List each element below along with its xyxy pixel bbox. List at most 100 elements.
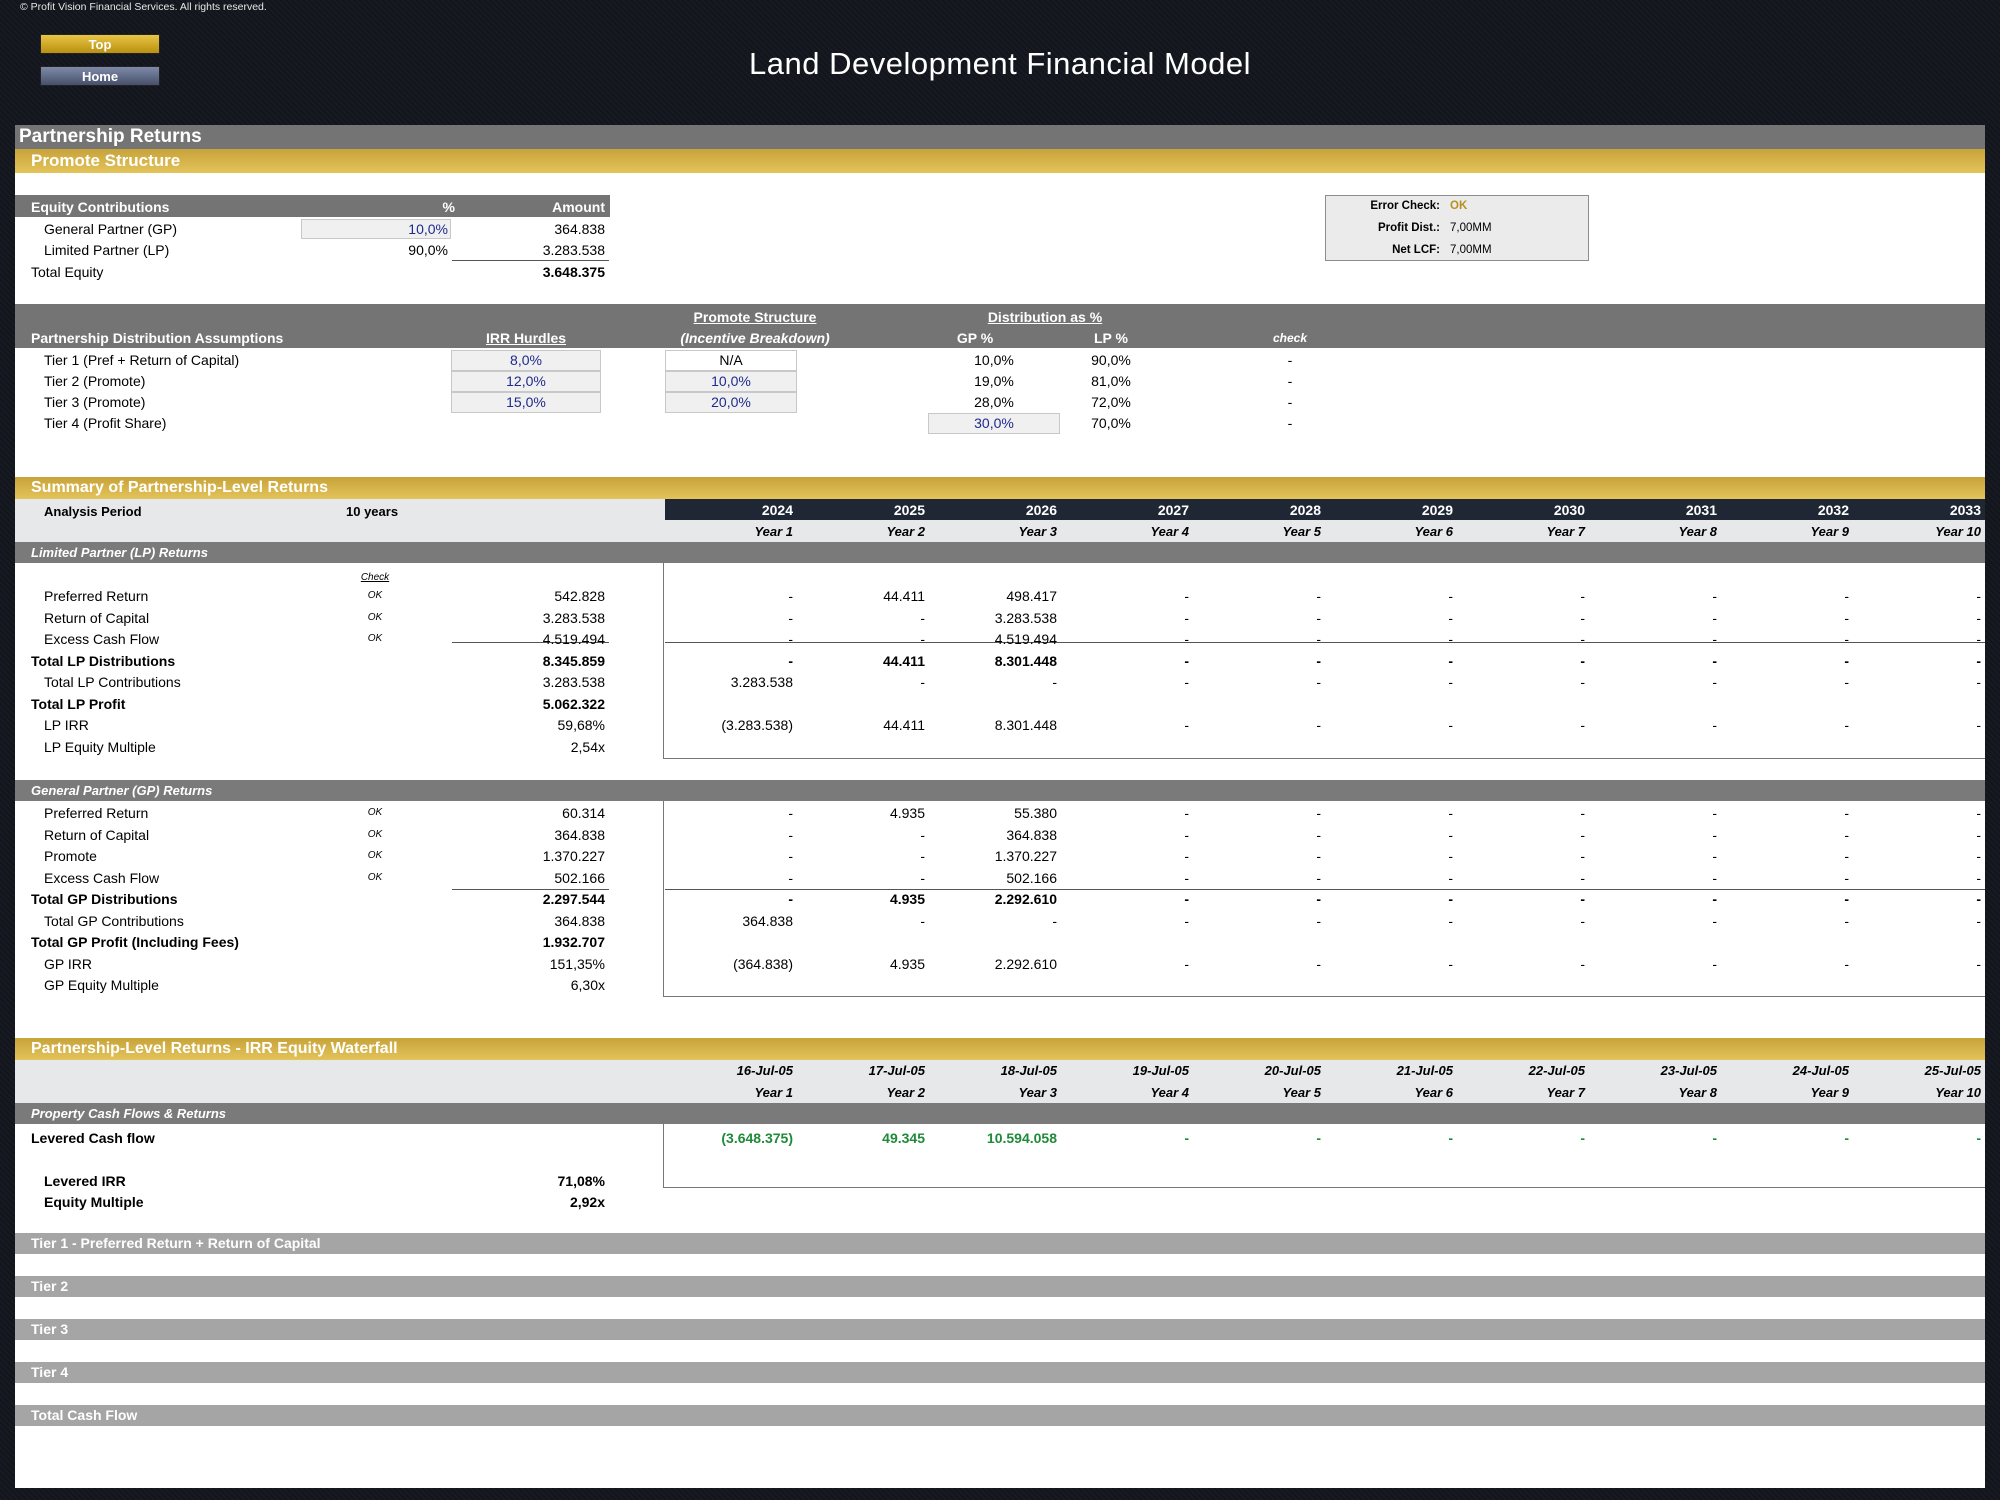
return-row-label: GP IRR — [44, 955, 92, 972]
period-value: - — [1052, 674, 1057, 690]
return-row-label: Return of Capital — [44, 609, 150, 626]
period-value: - — [1976, 588, 1981, 604]
tier4-waterfall-bar: Tier 4 — [15, 1362, 1985, 1383]
error-check-value: OK — [1450, 200, 1468, 212]
year-header: 2031 — [1685, 502, 1717, 518]
period-value: - — [1316, 805, 1321, 821]
year-header: 2025 — [893, 502, 925, 518]
tier-label: Tier 4 (Profit Share) — [44, 415, 167, 431]
waterfall-year-label: Year 3 — [1018, 1085, 1057, 1100]
promote-structure-title: Promote Structure — [15, 149, 1985, 173]
lp-pct-header: LP % — [1094, 330, 1128, 346]
return-row-total: 151,35% — [549, 955, 605, 972]
error-check-label: Error Check: — [1370, 200, 1440, 212]
return-row-total: 1.932.707 — [542, 934, 605, 950]
period-value: - — [1976, 848, 1981, 864]
period-value: - — [1448, 955, 1453, 972]
ok-check: OK — [367, 828, 383, 840]
period-value: - — [1184, 674, 1189, 690]
tier-irr-hurdle: 12,0% — [506, 373, 546, 389]
year-index-label: Year 4 — [1150, 524, 1189, 539]
tier-gp-pct: 30,0% — [974, 415, 1014, 431]
levered-irr-label: Levered IRR — [44, 1173, 126, 1189]
year-header: 2033 — [1949, 502, 1981, 518]
period-value: - — [1316, 891, 1321, 907]
year-header: 2024 — [761, 502, 793, 518]
period-value: 3.283.538 — [994, 609, 1057, 626]
return-row-label: LP Equity Multiple — [44, 738, 156, 755]
equity-multiple-value: 2,92x — [569, 1194, 605, 1210]
period-value: - — [920, 674, 925, 690]
period-value: - — [1580, 588, 1585, 604]
period-value: - — [1184, 891, 1189, 907]
period-value: - — [788, 869, 793, 886]
ok-check: OK — [367, 850, 383, 861]
year-index-label: Year 7 — [1546, 524, 1585, 539]
period-value: - — [920, 912, 925, 929]
equity-row-gp-amount: 364.838 — [554, 221, 605, 237]
period-value: - — [1580, 631, 1585, 647]
error-check-box: Error Check: OK Profit Dist.: 7,00MM Net… — [1325, 195, 1589, 261]
property-cashflows-title: Property Cash Flows & Returns — [15, 1103, 1985, 1124]
tier-irr-hurdle: 8,0% — [510, 352, 542, 368]
period-value: - — [1844, 826, 1849, 843]
period-value: - — [1844, 848, 1849, 864]
period-value: - — [1316, 588, 1321, 604]
year-header: 2026 — [1025, 502, 1057, 518]
return-row-total: 5.062.322 — [542, 695, 605, 712]
period-value: - — [1712, 588, 1717, 604]
period-value: - — [1844, 955, 1849, 972]
waterfall-date: 17-Jul-05 — [868, 1063, 925, 1078]
waterfall-date: 20-Jul-05 — [1264, 1063, 1321, 1078]
return-row-label: Return of Capital — [44, 826, 150, 843]
period-value: - — [788, 631, 793, 647]
return-row-total: 4.519.494 — [542, 631, 605, 647]
period-value: - — [1448, 869, 1453, 886]
waterfall-year-label: Year 8 — [1678, 1085, 1717, 1100]
period-value: - — [788, 652, 793, 669]
period-value: 44.411 — [882, 652, 925, 669]
tier-lp-pct: 81,0% — [1091, 373, 1131, 389]
ok-check: OK — [367, 590, 383, 601]
tier-check: - — [1287, 352, 1293, 368]
waterfall-date: 16-Jul-05 — [736, 1063, 793, 1078]
waterfall-year-label: Year 10 — [1935, 1085, 1981, 1100]
return-row-label: Total GP Profit (Including Fees) — [31, 934, 239, 950]
levered-cashflow-value: - — [1184, 1130, 1189, 1146]
return-row-total: 542.828 — [554, 588, 605, 604]
levered-cashflow-value: - — [1580, 1130, 1585, 1146]
equity-row-lp-pct: 90,0% — [408, 242, 448, 258]
period-value: - — [1580, 955, 1585, 972]
period-value: - — [788, 891, 793, 907]
return-row-label: Total GP Distributions — [31, 891, 178, 907]
period-value: - — [920, 609, 925, 626]
period-value: - — [1712, 848, 1717, 864]
total-cashflow-bar: Total Cash Flow — [15, 1405, 1985, 1426]
period-value: - — [1844, 891, 1849, 907]
period-value: - — [1316, 869, 1321, 886]
tier2-waterfall-bar: Tier 2 — [15, 1276, 1985, 1297]
period-value: 4.935 — [889, 891, 925, 907]
period-value: - — [1844, 631, 1849, 647]
period-value: - — [1448, 588, 1453, 604]
equity-total-amount: 3.648.375 — [542, 264, 605, 280]
period-value: - — [1316, 826, 1321, 843]
equity-total-divider — [452, 260, 609, 261]
tier-lp-pct: 72,0% — [1091, 394, 1131, 410]
period-value: - — [1712, 826, 1717, 843]
equity-header-label: Equity Contributions — [31, 199, 170, 215]
period-value: - — [1184, 805, 1189, 821]
waterfall-year-label: Year 4 — [1150, 1085, 1189, 1100]
period-value: - — [1844, 717, 1849, 733]
levered-cashflow-value: - — [1448, 1130, 1453, 1146]
period-value: 4.935 — [889, 955, 925, 972]
period-value: - — [1184, 588, 1189, 604]
return-row-label: Preferred Return — [44, 588, 149, 604]
period-value: - — [1316, 609, 1321, 626]
period-value: - — [1448, 717, 1453, 733]
irr-hurdles-header: IRR Hurdles — [485, 330, 567, 346]
period-value: - — [1712, 955, 1717, 972]
period-value: - — [1448, 674, 1453, 690]
year-header: 2032 — [1817, 502, 1849, 518]
period-value: - — [1712, 869, 1717, 886]
